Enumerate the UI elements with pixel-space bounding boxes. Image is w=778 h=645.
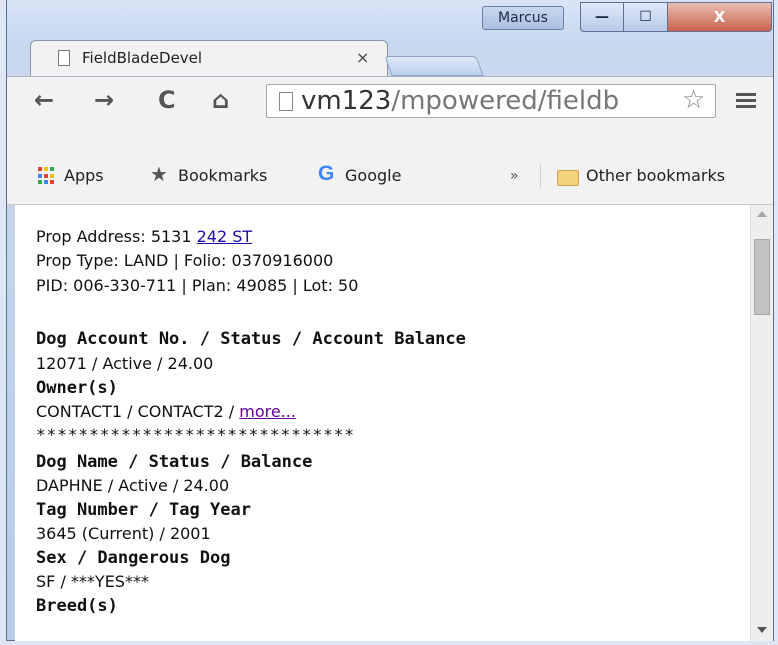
maximize-icon: ☐ bbox=[639, 9, 652, 25]
owners-text: CONTACT1 / CONTACT2 / bbox=[36, 402, 240, 421]
vertical-scrollbar[interactable] bbox=[750, 205, 773, 641]
scroll-up-icon[interactable] bbox=[757, 211, 767, 217]
back-button[interactable]: ← bbox=[34, 86, 54, 114]
sex-value: SF / ***YES*** bbox=[36, 572, 149, 591]
browser-window: Marcus — ☐ X FieldBladeDevel × ← → C ⌂ v… bbox=[0, 0, 778, 645]
menu-bar bbox=[736, 99, 756, 102]
bookmarks-divider bbox=[540, 164, 541, 188]
prop-address-label: Prop Address: 5131 bbox=[36, 227, 197, 246]
owners-more-link[interactable]: more... bbox=[239, 402, 296, 421]
minimize-icon: — bbox=[595, 9, 609, 25]
page-content: Prop Address: 5131 242 ST Prop Type: LAN… bbox=[15, 205, 750, 641]
apps-bookmark[interactable]: Apps bbox=[64, 166, 104, 185]
dog-value: DAPHNE / Active / 24.00 bbox=[36, 476, 230, 495]
tag-value: 3645 (Current) / 2001 bbox=[36, 524, 211, 543]
folder-icon bbox=[557, 170, 579, 186]
url-path: /mpowered/fieldb bbox=[391, 86, 620, 116]
page-icon bbox=[279, 92, 293, 111]
dog-heading: Dog Name / Status / Balance bbox=[36, 452, 313, 472]
reload-button[interactable]: C bbox=[158, 86, 176, 114]
sex-heading: Sex / Dangerous Dog bbox=[36, 548, 231, 568]
star-icon: ★ bbox=[150, 162, 168, 186]
google-icon: G bbox=[318, 162, 335, 185]
menu-button[interactable] bbox=[736, 90, 756, 111]
address-bar[interactable]: vm123/mpowered/fieldb bbox=[266, 84, 716, 118]
pid-plan-lot: PID: 006-330-711 | Plan: 49085 | Lot: 50 bbox=[36, 276, 359, 295]
prop-type-folio: Prop Type: LAND | Folio: 0370916000 bbox=[36, 251, 334, 270]
forward-button[interactable]: → bbox=[94, 86, 114, 114]
account-heading: Dog Account No. / Status / Account Balan… bbox=[36, 329, 466, 349]
breed-heading: Breed(s) bbox=[36, 596, 118, 616]
tab-title: FieldBladeDevel bbox=[82, 49, 203, 67]
maximize-button[interactable]: ☐ bbox=[624, 2, 668, 32]
minimize-button[interactable]: — bbox=[580, 2, 624, 32]
bookmark-star-icon[interactable]: ☆ bbox=[682, 85, 705, 115]
menu-bar bbox=[736, 105, 756, 108]
url-text: vm123/mpowered/fieldb bbox=[301, 86, 619, 116]
close-icon: X bbox=[713, 8, 726, 26]
scroll-down-icon[interactable] bbox=[757, 627, 767, 633]
page-icon bbox=[58, 50, 70, 66]
profile-button[interactable]: Marcus bbox=[482, 6, 564, 30]
close-window-button[interactable]: X bbox=[668, 2, 772, 32]
home-button[interactable]: ⌂ bbox=[212, 86, 229, 114]
other-bookmarks-folder[interactable]: Other bookmarks bbox=[586, 166, 725, 185]
prop-address: Prop Address: 5131 242 ST bbox=[36, 227, 252, 246]
account-value: 12071 / Active / 24.00 bbox=[36, 354, 214, 373]
owners-value: CONTACT1 / CONTACT2 / more... bbox=[36, 402, 296, 421]
bookmarks-bar bbox=[7, 124, 773, 205]
scroll-thumb[interactable] bbox=[754, 239, 770, 315]
prop-address-link[interactable]: 242 ST bbox=[197, 227, 253, 246]
new-tab-button[interactable] bbox=[384, 56, 484, 76]
apps-icon bbox=[38, 167, 56, 185]
tag-heading: Tag Number / Tag Year bbox=[36, 500, 251, 520]
tab-close-button[interactable]: × bbox=[356, 48, 369, 67]
url-host: vm123 bbox=[301, 86, 392, 116]
owners-heading: Owner(s) bbox=[36, 378, 118, 398]
bookmarks-folder[interactable]: Bookmarks bbox=[178, 166, 267, 185]
bookmarks-overflow-button[interactable]: » bbox=[510, 168, 519, 184]
separator: ****************************** bbox=[36, 425, 355, 444]
menu-bar bbox=[736, 93, 756, 96]
google-bookmark[interactable]: Google bbox=[345, 166, 401, 185]
